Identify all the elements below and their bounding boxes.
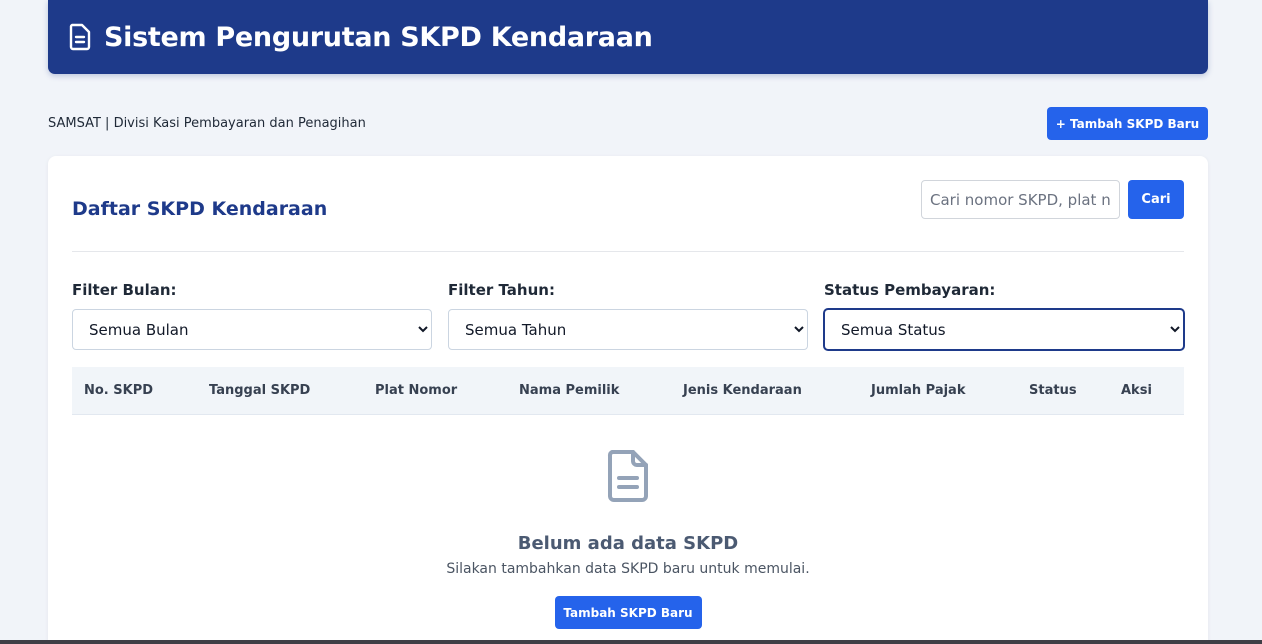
filter-month: Filter Bulan: Semua Bulan (72, 281, 432, 350)
filter-year-label: Filter Tahun: (448, 281, 555, 299)
empty-state-subtitle: Silakan tambahkan data SKPD baru untuk m… (446, 561, 810, 577)
column-header: No. SKPD (84, 383, 154, 398)
column-header: Tanggal SKPD (209, 383, 311, 398)
table-header: No. SKPD Tanggal SKPD Plat Nomor Nama Pe… (72, 367, 1184, 415)
search-button[interactable]: Cari (1128, 180, 1184, 219)
app-header: Sistem Pengurutan SKPD Kendaraan (48, 0, 1208, 74)
app-title: Sistem Pengurutan SKPD Kendaraan (104, 21, 653, 53)
filter-month-select[interactable]: Semua Bulan (72, 309, 432, 350)
empty-add-skpd-button[interactable]: Tambah SKPD Baru (554, 596, 702, 629)
page: Sistem Pengurutan SKPD Kendaraan SAMSAT … (0, 0, 1262, 644)
org-subtitle: SAMSAT | Divisi Kasi Pembayaran dan Pena… (48, 116, 366, 131)
filter-status: Status Pembayaran: Semua Status (824, 281, 1184, 350)
divider (72, 251, 1184, 252)
empty-state: Belum ada data SKPD Silakan tambahkan da… (72, 446, 1184, 629)
column-header: Jenis Kendaraan (683, 383, 802, 398)
skpd-list-card: Daftar SKPD Kendaraan Cari Filter Bulan:… (48, 156, 1208, 644)
filter-month-label: Filter Bulan: (72, 281, 177, 299)
search-input[interactable] (921, 180, 1120, 219)
empty-state-title: Belum ada data SKPD (517, 533, 739, 554)
filter-status-label: Status Pembayaran: (824, 281, 996, 299)
document-icon (604, 446, 652, 506)
filter-year: Filter Tahun: Semua Tahun (448, 281, 808, 350)
column-header: Nama Pemilik (519, 383, 620, 398)
filter-status-select[interactable]: Semua Status (824, 309, 1184, 350)
column-header: Plat Nomor (375, 383, 458, 398)
column-header: Status (1029, 383, 1077, 398)
filter-year-select[interactable]: Semua Tahun (448, 309, 808, 350)
column-header: Jumlah Pajak (871, 383, 966, 398)
column-header: Aksi (1121, 383, 1152, 398)
bottom-edge (0, 640, 1262, 644)
add-skpd-button[interactable]: + Tambah SKPD Baru (1047, 107, 1208, 140)
document-icon (68, 23, 92, 51)
card-title: Daftar SKPD Kendaraan (72, 198, 328, 220)
